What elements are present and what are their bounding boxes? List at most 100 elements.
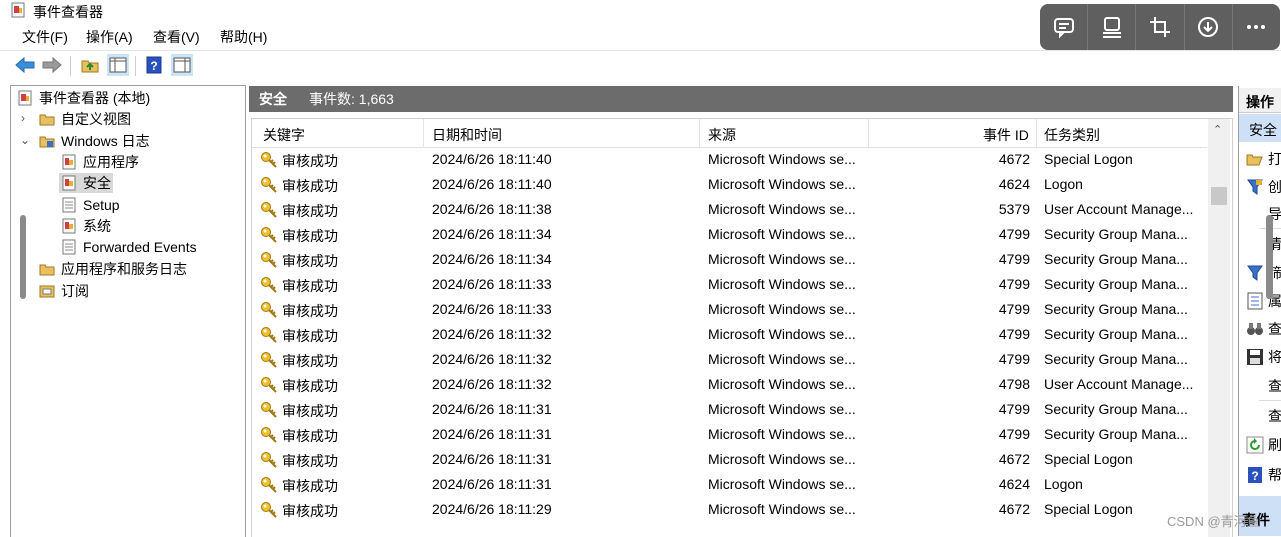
column-divider[interactable] [423, 119, 424, 147]
back-arrow-icon[interactable] [14, 54, 36, 76]
menu-action[interactable]: 操作(A) [86, 27, 133, 47]
tree-item-system[interactable]: 系统 [61, 216, 111, 236]
open-folder-icon[interactable] [1246, 150, 1264, 168]
cell-datetime: 2024/6/26 18:11:29 [432, 501, 552, 517]
right-scrollbar-thumb[interactable] [1266, 215, 1273, 299]
action-label-fragment[interactable]: 将 [1268, 347, 1281, 367]
tree-item-subscriptions[interactable]: 订阅 [39, 281, 89, 301]
column-datetime[interactable]: 日期和时间 [432, 125, 502, 145]
cell-source: Microsoft Windows se... [708, 151, 856, 167]
cell-event-id: 4799 [998, 226, 1030, 242]
cell-task-category: Security Group Mana... [1044, 426, 1188, 442]
action-label-fragment[interactable]: 刷 [1268, 435, 1281, 455]
svg-text:?: ? [1251, 469, 1258, 483]
tree-item-windows-logs[interactable]: Windows 日志 [39, 131, 150, 151]
events-vertical-scrollbar[interactable]: ⌃ [1208, 119, 1230, 537]
table-row[interactable]: 审核成功 2024/6/26 18:11:33 Microsoft Windows … [252, 273, 1207, 298]
properties-icon[interactable] [1246, 292, 1264, 310]
column-divider[interactable] [868, 119, 869, 147]
tree-item-app-service-logs[interactable]: 应用程序和服务日志 [39, 259, 187, 279]
action-label-fragment[interactable]: 查 [1268, 319, 1281, 339]
column-divider[interactable] [1036, 119, 1037, 147]
forward-arrow-icon[interactable] [41, 54, 63, 76]
table-row[interactable]: 审核成功 2024/6/26 18:11:33 Microsoft Windows … [252, 298, 1207, 323]
watermark: CSDN @青河鱼 [1167, 514, 1260, 529]
tree-label: 应用程序 [83, 154, 139, 170]
table-row[interactable]: 审核成功 2024/6/26 18:11:34 Microsoft Windows … [252, 248, 1207, 273]
menu-help[interactable]: 帮助(H) [220, 27, 267, 47]
actions-header: 操作 [1239, 88, 1281, 113]
show-hide-tree-icon[interactable] [107, 54, 129, 76]
tree-item-root[interactable]: 事件查看器 (本地) [17, 88, 150, 108]
filter-icon[interactable] [1246, 178, 1264, 196]
cell-event-id: 4799 [998, 426, 1030, 442]
table-row[interactable]: 审核成功 2024/6/26 18:11:31 Microsoft Windows … [252, 423, 1207, 448]
action-label-fragment[interactable]: 创 [1268, 177, 1281, 197]
cell-event-id: 4799 [998, 326, 1030, 342]
console-view-icon[interactable] [171, 54, 193, 76]
key-icon [261, 202, 277, 218]
find-binoculars-icon[interactable] [1246, 320, 1264, 338]
actions-subheader[interactable]: 安全 [1239, 114, 1281, 142]
subscription-icon [39, 285, 55, 298]
table-row[interactable]: 审核成功 2024/6/26 18:11:32 Microsoft Windows … [252, 348, 1207, 373]
help-icon[interactable]: ? [143, 54, 165, 76]
column-source[interactable]: 来源 [708, 125, 736, 145]
left-scrollbar-thumb[interactable] [20, 215, 26, 299]
column-divider[interactable] [699, 119, 700, 147]
table-row[interactable]: 审核成功 2024/6/26 18:11:29 Microsoft Windows … [252, 498, 1207, 523]
tree-item-application[interactable]: 应用程序 [61, 152, 139, 172]
help-icon[interactable]: ? [1246, 466, 1264, 484]
folder-icon [39, 264, 55, 276]
log-icon [62, 154, 76, 170]
action-label-fragment[interactable]: 打 [1268, 149, 1281, 169]
scrollbar-thumb[interactable] [1211, 187, 1227, 205]
tree-item-security[interactable]: 安全 [59, 173, 113, 193]
action-label-fragment[interactable]: 查 [1268, 406, 1281, 426]
table-row[interactable]: 审核成功 2024/6/26 18:11:34 Microsoft Windows … [252, 223, 1207, 248]
table-row[interactable]: 审核成功 2024/6/26 18:11:31 Microsoft Windows … [252, 448, 1207, 473]
cell-task-category: Special Logon [1044, 151, 1133, 167]
table-row[interactable]: 审核成功 2024/6/26 18:11:32 Microsoft Windows … [252, 323, 1207, 348]
key-icon [261, 452, 277, 468]
tree-label: 事件查看器 (本地) [39, 90, 151, 106]
cell-task-category: User Account Manage... [1044, 376, 1194, 392]
key-icon [261, 427, 277, 443]
refresh-icon[interactable] [1246, 436, 1264, 454]
tree-label: 系统 [83, 218, 111, 234]
key-icon [261, 177, 277, 193]
navigation-tree-pane: 事件查看器 (本地) › 自定义视图 ⌄ Windows 日志 应用程序 安全 … [10, 85, 246, 537]
tree-item-forwarded-events[interactable]: Forwarded Events [61, 237, 197, 257]
collapse-arrow-icon[interactable]: ⌄ [20, 133, 30, 147]
table-row[interactable]: 审核成功 2024/6/26 18:11:38 Microsoft Windows … [252, 198, 1207, 223]
column-event-id[interactable]: 事件 ID [983, 125, 1029, 145]
table-row[interactable]: 审核成功 2024/6/26 18:11:31 Microsoft Windows … [252, 473, 1207, 498]
table-row[interactable]: 审核成功 2024/6/26 18:11:32 Microsoft Windows … [252, 373, 1207, 398]
cell-event-id: 4624 [998, 176, 1030, 192]
actions-subtitle: 安全 [1249, 122, 1277, 138]
column-task-category[interactable]: 任务类别 [1044, 125, 1100, 145]
filter-icon[interactable] [1246, 264, 1264, 282]
action-label-fragment[interactable]: 查 [1268, 376, 1281, 396]
log-name: 安全 [259, 91, 287, 107]
table-row[interactable]: 审核成功 2024/6/26 18:11:40 Microsoft Windows … [252, 148, 1207, 173]
column-header-row: 关键字 日期和时间 来源 事件 ID 任务类别 [252, 119, 1207, 148]
tree-item-custom-views[interactable]: 自定义视图 [39, 109, 131, 129]
actions-pane: 操作 安全 打 创 导 清 筛 属 查 将 查 查 刷 ? 帮 事件 [1238, 86, 1281, 536]
table-row[interactable]: 审核成功 2024/6/26 18:11:31 Microsoft Windows … [252, 398, 1207, 423]
menu-view[interactable]: 查看(V) [153, 27, 200, 47]
save-icon[interactable] [1246, 348, 1264, 366]
cell-keyword: 审核成功 [282, 278, 338, 294]
cell-task-category: Security Group Mana... [1044, 226, 1188, 242]
scroll-up-icon[interactable]: ⌃ [1213, 123, 1222, 136]
tree-item-setup[interactable]: Setup [61, 195, 120, 215]
action-label-fragment[interactable]: 帮 [1268, 465, 1281, 485]
cell-datetime: 2024/6/26 18:11:34 [432, 226, 552, 242]
table-row[interactable]: 审核成功 2024/6/26 18:11:40 Microsoft Windows … [252, 173, 1207, 198]
cell-keyword: 审核成功 [282, 253, 338, 269]
menu-file[interactable]: 文件(F) [22, 27, 68, 47]
up-folder-icon[interactable] [79, 54, 101, 76]
event-viewer-icon [18, 90, 32, 106]
expand-arrow-icon[interactable]: › [21, 111, 25, 125]
column-keyword[interactable]: 关键字 [263, 125, 305, 145]
